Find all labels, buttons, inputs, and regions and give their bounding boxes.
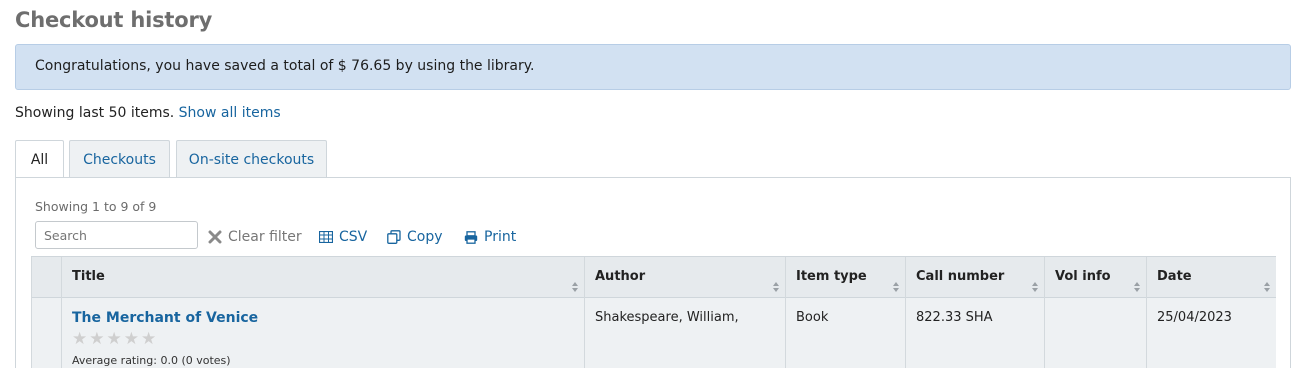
search-input[interactable] [35, 221, 198, 249]
date-cell: 25/04/2023 [1146, 298, 1276, 368]
copy-button[interactable]: Copy [387, 229, 443, 245]
column-header-author[interactable]: Author [584, 257, 785, 298]
clear-filter-label: Clear filter [228, 229, 302, 245]
star-icon[interactable]: ★ [89, 331, 104, 348]
showing-count-text: Showing last 50 items. [15, 105, 175, 121]
author-cell: Shakespeare, William, [584, 298, 785, 368]
table-header: Title Author Item type Call number Vol i… [31, 256, 1276, 298]
column-header-date[interactable]: Date [1146, 257, 1276, 298]
sort-icon [1134, 282, 1140, 292]
table-info: Showing 1 to 9 of 9 [35, 199, 157, 214]
clear-filter-button[interactable]: Clear filter [208, 229, 302, 245]
column-header-item-type[interactable]: Item type [785, 257, 905, 298]
sort-icon [1264, 282, 1270, 292]
title-cell: The Merchant of Venice ★ ★ ★ ★ ★ Average… [61, 298, 584, 368]
call-number-cell: 822.33 SHA [905, 298, 1044, 368]
close-icon [208, 230, 222, 244]
column-header-select [31, 257, 61, 298]
table-row: The Merchant of Venice ★ ★ ★ ★ ★ Average… [31, 298, 1276, 368]
sort-icon [773, 282, 779, 292]
table-icon [319, 231, 333, 243]
star-icon[interactable]: ★ [107, 331, 122, 348]
print-icon [464, 230, 478, 244]
showing-text: Showing last 50 items. Show all items [15, 105, 281, 121]
column-header-vol-info[interactable]: Vol info [1044, 257, 1146, 298]
sort-icon [1032, 282, 1038, 292]
column-header-title[interactable]: Title [61, 257, 584, 298]
star-icon[interactable]: ★ [72, 331, 87, 348]
sort-icon [572, 282, 578, 292]
star-icon[interactable]: ★ [141, 331, 156, 348]
tab-all[interactable]: All [15, 140, 64, 179]
csv-label: CSV [339, 229, 368, 245]
star-icon[interactable]: ★ [124, 331, 139, 348]
copy-label: Copy [407, 229, 443, 245]
print-label: Print [484, 229, 517, 245]
tab-checkouts[interactable]: Checkouts [69, 140, 170, 178]
row-select-cell [31, 298, 61, 368]
item-type-cell: Book [785, 298, 905, 368]
star-rating[interactable]: ★ ★ ★ ★ ★ [72, 331, 584, 348]
csv-export-button[interactable]: CSV [319, 229, 367, 245]
page-title: Checkout history [15, 8, 213, 32]
title-link[interactable]: The Merchant of Venice [72, 310, 584, 326]
show-all-items-link[interactable]: Show all items [179, 105, 281, 121]
tab-onsite-checkouts[interactable]: On-site checkouts [176, 140, 327, 178]
print-button[interactable]: Print [464, 229, 516, 245]
sort-icon [893, 282, 899, 292]
column-header-call-number[interactable]: Call number [905, 257, 1044, 298]
savings-alert: Congratulations, you have saved a total … [15, 44, 1291, 90]
savings-alert-text: Congratulations, you have saved a total … [35, 58, 535, 74]
average-rating-text: Average rating: 0.0 (0 votes) [72, 354, 231, 367]
checkout-history-table: Title Author Item type Call number Vol i… [31, 256, 1276, 368]
copy-icon [387, 230, 401, 244]
vol-info-cell [1044, 298, 1146, 368]
